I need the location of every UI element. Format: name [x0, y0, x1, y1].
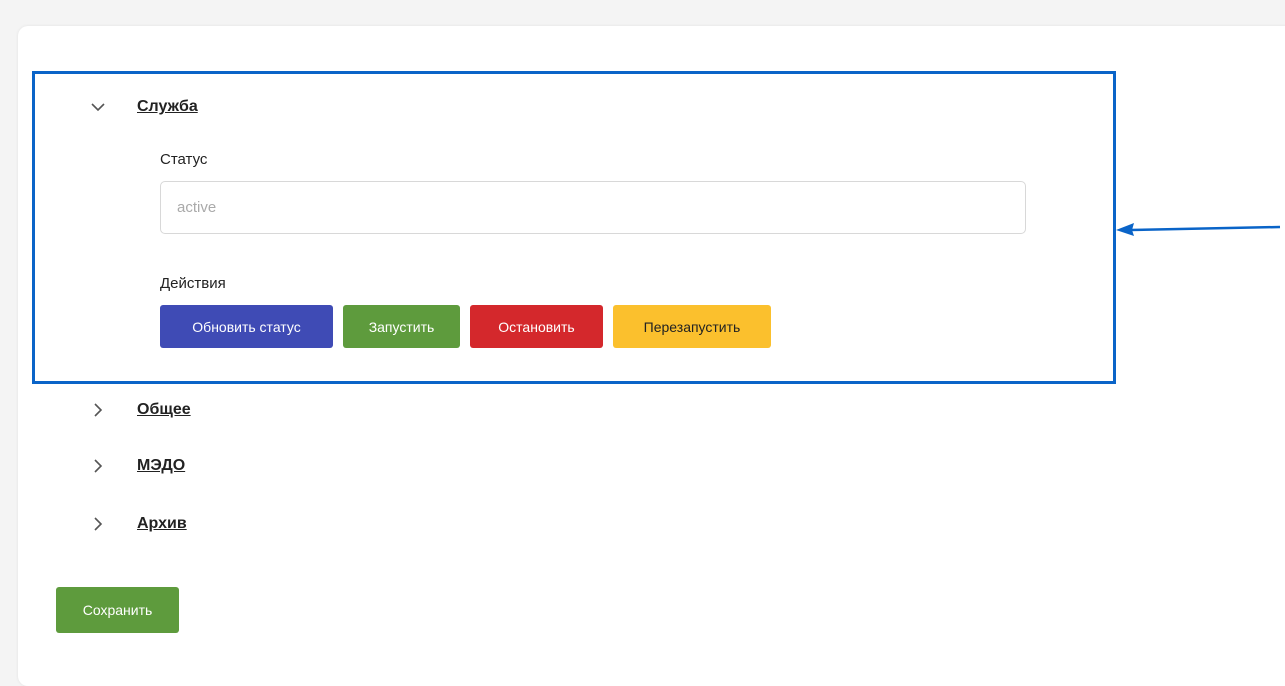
actions-group: Обновить статус Запустить Остановить Пер… — [160, 305, 771, 348]
restart-button[interactable]: Перезапустить — [613, 305, 771, 348]
section-medo-header[interactable]: МЭДО — [88, 456, 185, 476]
section-general-header[interactable]: Общее — [88, 400, 191, 420]
stop-button[interactable]: Остановить — [470, 305, 603, 348]
section-service-title[interactable]: Служба — [137, 98, 198, 116]
chevron-right-icon — [94, 403, 103, 417]
section-service-header[interactable]: Служба — [88, 97, 198, 117]
status-input[interactable] — [160, 181, 1026, 234]
chevron-down-icon — [91, 103, 105, 112]
start-button[interactable]: Запустить — [343, 305, 460, 348]
section-general-title[interactable]: Общее — [137, 401, 191, 419]
section-archive-title[interactable]: Архив — [137, 515, 187, 533]
section-archive-header[interactable]: Архив — [88, 514, 187, 534]
chevron-right-icon — [94, 459, 103, 473]
save-button[interactable]: Сохранить — [56, 587, 179, 633]
refresh-status-button[interactable]: Обновить статус — [160, 305, 333, 348]
status-label: Статус — [160, 151, 208, 168]
arrow-left-icon — [1116, 223, 1281, 236]
chevron-right-icon — [94, 517, 103, 531]
section-medo-title[interactable]: МЭДО — [137, 457, 185, 475]
actions-label: Действия — [160, 275, 226, 292]
